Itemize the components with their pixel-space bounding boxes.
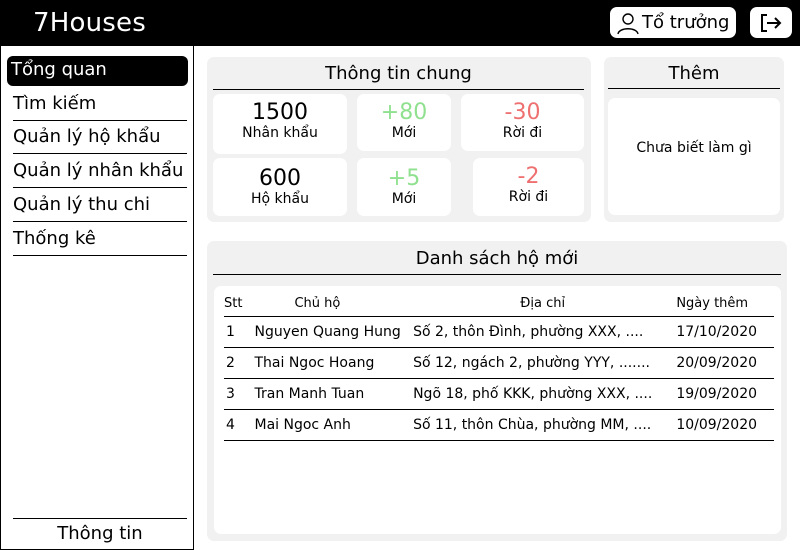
row-address: Số 12, ngách 2, phường YYY, ....... <box>413 346 673 378</box>
sidebar-item-statistics[interactable]: Thống kê <box>13 224 187 256</box>
table-row[interactable]: 1 Nguyen Quang Hung Số 2, thôn Đình, phư… <box>224 315 774 347</box>
new-households-table: Stt Chủ hộ Địa chỉ Ngày thêm 1 Nguyen Qu… <box>224 292 774 441</box>
row-stt: 2 <box>224 346 255 378</box>
row-owner: Thai Ngoc Hoang <box>254 346 414 378</box>
logout-button[interactable] <box>750 7 792 38</box>
households-new-value: +5 <box>387 166 421 191</box>
population-left-caption: Rời đi <box>502 125 543 141</box>
main-content: Thông tin chung 1500 Nhân khẩu +80 Mới -… <box>194 46 800 550</box>
households-new-caption: Mới <box>391 191 417 207</box>
column-header-date: Ngày thêm <box>676 296 749 312</box>
row-owner: Tran Manh Tuan <box>254 377 414 409</box>
user-icon <box>617 12 639 34</box>
households-left-caption: Rời đi <box>508 189 549 205</box>
row-address: Số 2, thôn Đình, phường XXX, .... <box>413 315 673 347</box>
row-date: 20/09/2020 <box>672 346 774 378</box>
row-owner: Mai Ngoc Anh <box>254 408 414 441</box>
row-owner: Nguyen Quang Hung <box>254 315 414 347</box>
top-bar: 7Houses Tổ trưởng <box>0 0 800 46</box>
sidebar-item-overview[interactable]: Tổng quan <box>7 56 188 86</box>
row-date: 10/09/2020 <box>672 408 774 441</box>
households-value: 600 <box>259 166 301 191</box>
population-new-card: +80 Mới <box>357 94 451 151</box>
logout-icon <box>761 13 782 32</box>
population-left-value: -30 <box>504 100 541 125</box>
population-left-card: -30 Rời đi <box>461 94 584 151</box>
sidebar-item-residents[interactable]: Quản lý nhân khẩu <box>13 156 187 188</box>
row-date: 17/10/2020 <box>672 315 774 347</box>
table-row[interactable]: 2 Thai Ngoc Hoang Số 12, ngách 2, phường… <box>224 346 774 378</box>
overview-panel: Thông tin chung 1500 Nhân khẩu +80 Mới -… <box>207 57 591 222</box>
table-row[interactable]: 3 Tran Manh Tuan Ngõ 18, phố KKK, phường… <box>224 377 774 409</box>
sidebar-item-info[interactable]: Thông tin <box>13 518 187 544</box>
table-header-row: Stt Chủ hộ Địa chỉ Ngày thêm <box>224 292 774 316</box>
new-households-title: Danh sách hộ mới <box>213 245 781 275</box>
households-card: 600 Hộ khẩu <box>213 158 347 216</box>
population-card: 1500 Nhân khẩu <box>213 94 347 154</box>
sidebar: Tổng quan Tìm kiếm Quản lý hộ khẩu Quản … <box>0 46 194 550</box>
more-title: Thêm <box>608 61 780 89</box>
sidebar-item-households[interactable]: Quản lý hộ khẩu <box>13 122 187 154</box>
row-stt: 3 <box>224 377 255 409</box>
sidebar-item-finance[interactable]: Quản lý thu chi <box>13 190 187 222</box>
households-caption: Hộ khẩu <box>251 191 309 207</box>
app-title: 7Houses <box>33 8 146 38</box>
row-stt: 1 <box>224 315 255 347</box>
table-row[interactable]: 4 Mai Ngoc Anh Số 11, thôn Chùa, phường … <box>224 408 774 441</box>
new-households-table-card: Stt Chủ hộ Địa chỉ Ngày thêm 1 Nguyen Qu… <box>214 286 781 534</box>
sidebar-item-search[interactable]: Tìm kiếm <box>13 89 187 121</box>
user-menu-button[interactable]: Tổ trưởng <box>610 7 736 38</box>
households-left-value: -2 <box>517 164 540 189</box>
row-stt: 4 <box>224 408 255 441</box>
user-role-label: Tổ trưởng <box>642 12 730 33</box>
more-panel: Thêm Chưa biết làm gì <box>604 57 784 222</box>
population-value: 1500 <box>252 100 308 125</box>
row-address: Ngõ 18, phố KKK, phường XXX, .... <box>413 377 673 409</box>
row-address: Số 11, thôn Chùa, phường MM, .... <box>413 408 673 441</box>
new-households-panel: Danh sách hộ mới Stt Chủ hộ Địa chỉ Ngày… <box>207 241 787 541</box>
households-new-card: +5 Mới <box>357 158 451 216</box>
column-header-owner: Chủ hộ <box>294 296 341 312</box>
households-left-card: -2 Rời đi <box>473 158 584 216</box>
population-caption: Nhân khẩu <box>242 125 318 141</box>
row-date: 19/09/2020 <box>672 377 774 409</box>
column-header-address: Địa chỉ <box>520 296 566 312</box>
population-new-value: +80 <box>380 100 428 125</box>
overview-title: Thông tin chung <box>213 60 584 90</box>
population-new-caption: Mới <box>391 125 417 141</box>
more-content: Chưa biết làm gì <box>608 98 780 215</box>
column-header-stt: Stt <box>224 296 243 312</box>
